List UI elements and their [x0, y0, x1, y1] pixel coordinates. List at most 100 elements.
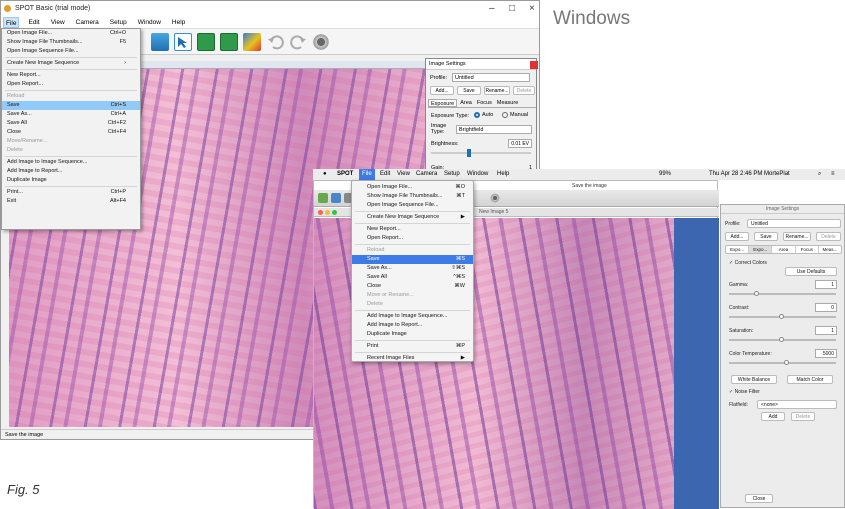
- manual-radio[interactable]: Manual: [502, 112, 528, 118]
- minimize-button[interactable]: –: [489, 1, 495, 17]
- menu-window[interactable]: Window: [136, 17, 163, 28]
- mac-menu-save-all[interactable]: Save All ^⌘S: [352, 273, 473, 282]
- win-menu-show-image-file-thumbnails[interactable]: Show Image File Thumbnails... F5: [2, 38, 140, 47]
- gamma-field[interactable]: 1: [815, 280, 837, 289]
- mac-menu-add-image-to-image-sequence[interactable]: Add Image to Image Sequence...: [352, 312, 473, 321]
- mac-toolbar-icon-1[interactable]: [318, 193, 328, 203]
- contrast-slider[interactable]: [729, 314, 836, 319]
- contrast-slider-knob[interactable]: [779, 314, 784, 319]
- menu-help[interactable]: Help: [170, 17, 187, 28]
- maximize-button[interactable]: □: [509, 1, 515, 17]
- white-balance-button[interactable]: White Balance: [731, 375, 777, 384]
- camera-icon[interactable]: [151, 33, 169, 51]
- auto-radio[interactable]: Auto: [474, 112, 493, 118]
- mac-menu-file[interactable]: File: [359, 169, 375, 180]
- zoom-fit-icon[interactable]: [197, 33, 215, 51]
- win-menu-exit[interactable]: Exit Alt+F4: [2, 197, 140, 206]
- profile-delete-button[interactable]: Delete: [513, 86, 535, 95]
- win-menu-save-as[interactable]: Save As... Ctrl+A: [2, 110, 140, 119]
- mac-add-button[interactable]: Add...: [725, 232, 749, 241]
- mac-menu-view[interactable]: View: [397, 169, 410, 180]
- mac-menu-save[interactable]: Save ⌘S: [352, 255, 473, 264]
- tools-icon[interactable]: [312, 33, 330, 51]
- mac-menu-window[interactable]: Window: [467, 169, 488, 180]
- flatfield-select[interactable]: <none>: [757, 400, 837, 409]
- mac-tab-measure[interactable]: Meas...: [819, 246, 841, 253]
- win-menu-duplicate-image[interactable]: Duplicate Image: [2, 176, 140, 185]
- mac-toolbar-icon-2[interactable]: [331, 193, 341, 203]
- mac-toolbar-tools-icon[interactable]: [490, 193, 500, 203]
- win-menu-create-new-image-sequence[interactable]: Create New Image Sequence ›: [2, 59, 140, 68]
- noise-filter-checkbox[interactable]: ✓ Noise Filter: [729, 389, 760, 395]
- contrast-field[interactable]: 0: [815, 303, 837, 312]
- win-menu-new-report[interactable]: New Report...: [2, 71, 140, 80]
- use-defaults-button[interactable]: Use Defaults: [785, 267, 837, 276]
- mac-menu-spot[interactable]: SPOT: [337, 169, 353, 180]
- mac-save-button[interactable]: Save: [754, 232, 778, 241]
- mac-zoom-dot[interactable]: [332, 210, 337, 215]
- win-menu-open-image-file[interactable]: Open Image File... Ctrl+O: [2, 29, 140, 38]
- win-menu-add-image-to-image-sequence[interactable]: Add Image to Image Sequence...: [2, 158, 140, 167]
- mac-menu-print[interactable]: Print ⌘P: [352, 342, 473, 351]
- select-arrow-icon[interactable]: [174, 33, 192, 51]
- mac-menu-new-report[interactable]: New Report...: [352, 225, 473, 234]
- brightness-slider-thumb[interactable]: [467, 149, 471, 157]
- color-temperature-slider-knob[interactable]: [784, 360, 789, 365]
- mac-tab-focus[interactable]: Focus: [796, 246, 819, 253]
- mac-menu-add-image-to-report[interactable]: Add Image to Report...: [352, 321, 473, 330]
- flatfield-add-button[interactable]: Add: [761, 412, 785, 421]
- mac-profile-select[interactable]: Untitled: [747, 219, 841, 228]
- mac-menu-create-new-image-sequence[interactable]: Create New Image Sequence ▶: [352, 213, 473, 222]
- mac-menu-show-image-file-thumbnails[interactable]: Show Image File Thumbnails... ⌘T: [352, 192, 473, 201]
- mac-menu-camera[interactable]: Camera: [416, 169, 437, 180]
- tab-measure[interactable]: Measure: [495, 99, 520, 107]
- mac-minimize-dot[interactable]: [325, 210, 330, 215]
- saturation-slider-knob[interactable]: [779, 337, 784, 342]
- menu-file[interactable]: File: [3, 17, 20, 28]
- tab-exposure[interactable]: Exposure: [428, 99, 458, 107]
- brightness-field[interactable]: 0.01 EV: [508, 139, 532, 148]
- win-menu-open-image-sequence-file[interactable]: Open Image Sequence File...: [2, 47, 140, 56]
- gamma-slider-knob[interactable]: [754, 291, 759, 296]
- image-type-select[interactable]: Brightfield: [456, 125, 532, 134]
- flatfield-delete-button[interactable]: Delete: [791, 412, 815, 421]
- mac-menu-recent-image-files[interactable]: Recent Image Files ▶: [352, 354, 473, 363]
- menu-view[interactable]: View: [49, 17, 67, 28]
- edit-brush-icon[interactable]: [243, 33, 261, 51]
- tab-focus[interactable]: Focus: [475, 99, 494, 107]
- mac-menu-save-as[interactable]: Save As... ⇧⌘S: [352, 264, 473, 273]
- menu-setup[interactable]: Setup: [108, 17, 129, 28]
- brightness-slider[interactable]: [431, 149, 531, 157]
- profile-rename-button[interactable]: Rename...: [484, 86, 510, 95]
- saturation-slider[interactable]: [729, 337, 836, 342]
- undo-icon[interactable]: [267, 33, 285, 51]
- mac-tab-1[interactable]: Expo...: [726, 246, 750, 253]
- mac-close-dot[interactable]: [318, 210, 323, 215]
- menu-camera[interactable]: Camera: [74, 17, 101, 28]
- win-menu-print[interactable]: Print... Ctrl+P: [2, 188, 140, 197]
- mac-delete-button[interactable]: Delete: [816, 232, 841, 241]
- zoom-actual-icon[interactable]: [220, 33, 238, 51]
- settings-close-icon[interactable]: [530, 61, 538, 69]
- tab-area[interactable]: Area: [458, 99, 474, 107]
- color-temperature-field[interactable]: 5000: [815, 349, 837, 358]
- profile-save-button[interactable]: Save: [457, 86, 481, 95]
- apple-icon[interactable]: ●: [323, 169, 327, 180]
- gamma-slider[interactable]: [729, 291, 836, 296]
- spotlight-icon[interactable]: ⌕: [818, 169, 821, 180]
- menu-edit[interactable]: Edit: [26, 17, 41, 28]
- mac-menu-open-report[interactable]: Open Report...: [352, 234, 473, 243]
- saturation-field[interactable]: 1: [815, 326, 837, 335]
- mac-tab-2[interactable]: Expo...: [749, 246, 773, 253]
- color-temperature-slider[interactable]: [729, 360, 836, 365]
- mac-menu-close[interactable]: Close ⌘W: [352, 282, 473, 291]
- mac-menu-open-image-file[interactable]: Open Image File... ⌘O: [352, 183, 473, 192]
- profile-select[interactable]: Untitled: [452, 73, 530, 82]
- mac-menu-open-image-sequence-file[interactable]: Open Image Sequence File...: [352, 201, 473, 210]
- win-menu-add-image-to-report[interactable]: Add Image to Report...: [2, 167, 140, 176]
- correct-colors-checkbox[interactable]: ✓ Correct Colors: [729, 260, 767, 266]
- notification-icon[interactable]: ≡: [831, 169, 835, 180]
- redo-icon[interactable]: [289, 33, 307, 51]
- win-menu-open-report[interactable]: Open Report...: [2, 80, 140, 89]
- mac-settings-close-button[interactable]: Close: [745, 494, 773, 503]
